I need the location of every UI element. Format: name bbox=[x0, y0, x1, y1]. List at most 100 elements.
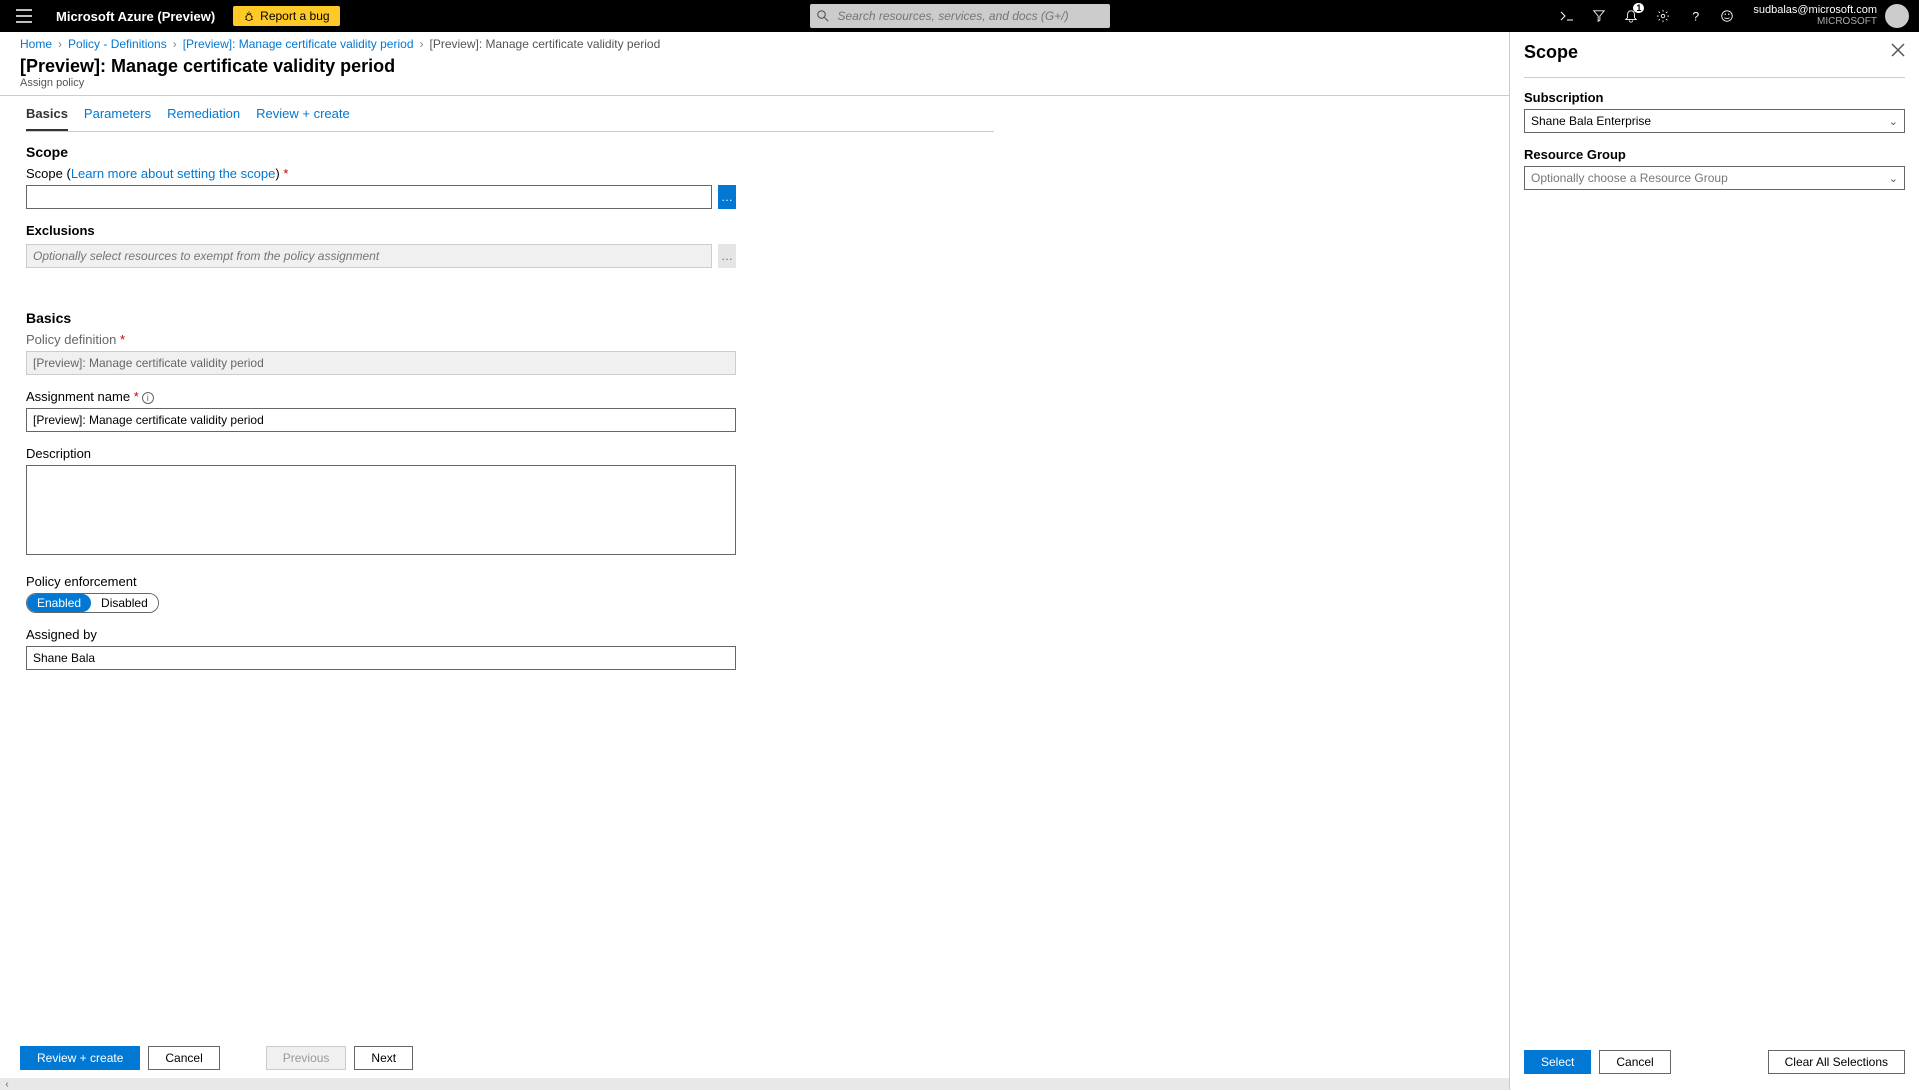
enforcement-toggle: Enabled Disabled bbox=[26, 593, 159, 613]
cloud-shell-icon bbox=[1559, 9, 1575, 23]
brand-label: Microsoft Azure (Preview) bbox=[48, 9, 223, 24]
exclusions-input bbox=[26, 244, 712, 268]
required-indicator: * bbox=[120, 332, 125, 347]
panel-footer: Select Cancel Clear All Selections bbox=[1510, 1039, 1919, 1090]
assignment-name-label: Assignment name *i bbox=[26, 389, 994, 404]
tab-review-create[interactable]: Review + create bbox=[256, 100, 350, 131]
report-bug-button[interactable]: Report a bug bbox=[233, 6, 339, 26]
subscription-value: Shane Bala Enterprise bbox=[1531, 114, 1651, 128]
basics-section-title: Basics bbox=[26, 310, 994, 326]
breadcrumb-current: [Preview]: Manage certificate validity p… bbox=[430, 37, 661, 51]
settings-button[interactable] bbox=[1647, 0, 1679, 32]
required-indicator: * bbox=[283, 166, 288, 181]
scope-input-row: … bbox=[26, 185, 736, 209]
assigned-by-input[interactable] bbox=[26, 646, 736, 670]
assignment-row bbox=[26, 408, 736, 432]
form-area: Basics Parameters Remediation Review + c… bbox=[0, 88, 1020, 1090]
tab-basics[interactable]: Basics bbox=[26, 100, 68, 131]
help-button[interactable]: ? bbox=[1679, 0, 1711, 32]
user-text: sudbalas@microsoft.com MICROSOFT bbox=[1753, 4, 1877, 28]
enforcement-label: Policy enforcement bbox=[26, 574, 994, 589]
policy-def-label-text: Policy definition bbox=[26, 332, 116, 347]
breadcrumb-policy[interactable]: Policy - Definitions bbox=[68, 37, 167, 51]
chevron-down-icon: ⌄ bbox=[1889, 115, 1898, 128]
tab-remediation[interactable]: Remediation bbox=[167, 100, 240, 131]
breadcrumb-home[interactable]: Home bbox=[20, 37, 52, 51]
scope-learn-more-link[interactable]: Learn more about setting the scope bbox=[71, 166, 276, 181]
user-account[interactable]: sudbalas@microsoft.com MICROSOFT bbox=[1743, 4, 1919, 28]
subscription-dropdown[interactable]: Shane Bala Enterprise ⌄ bbox=[1524, 109, 1905, 133]
top-bar: Microsoft Azure (Preview) Report a bug 1… bbox=[0, 0, 1919, 32]
scope-side-panel: Scope Subscription Shane Bala Enterprise… bbox=[1509, 32, 1919, 1090]
panel-cancel-button[interactable]: Cancel bbox=[1599, 1050, 1670, 1074]
clear-selections-button[interactable]: Clear All Selections bbox=[1768, 1050, 1905, 1074]
topbar-right: 1 ? sudbalas@microsoft.com MICROSOFT bbox=[1551, 0, 1919, 32]
panel-select-button[interactable]: Select bbox=[1524, 1050, 1591, 1074]
review-create-button[interactable]: Review + create bbox=[20, 1046, 140, 1070]
avatar bbox=[1885, 4, 1909, 28]
description-label: Description bbox=[26, 446, 994, 461]
hamburger-icon bbox=[16, 9, 32, 23]
previous-button: Previous bbox=[266, 1046, 347, 1070]
scope-field-label: Scope (Learn more about setting the scop… bbox=[26, 166, 994, 181]
tabs: Basics Parameters Remediation Review + c… bbox=[26, 100, 994, 132]
scroll-left-arrow[interactable]: ‹ bbox=[0, 1078, 14, 1090]
cancel-button[interactable]: Cancel bbox=[148, 1046, 219, 1070]
policy-def-row bbox=[26, 351, 736, 375]
panel-body: Subscription Shane Bala Enterprise ⌄ Res… bbox=[1510, 90, 1919, 1039]
bug-icon bbox=[243, 10, 255, 22]
chevron-right-icon: › bbox=[420, 37, 424, 51]
svg-text:?: ? bbox=[1693, 9, 1700, 23]
gear-icon bbox=[1656, 9, 1670, 23]
notifications-button[interactable]: 1 bbox=[1615, 0, 1647, 32]
user-email: sudbalas@microsoft.com bbox=[1753, 4, 1877, 16]
filter-icon bbox=[1592, 9, 1606, 23]
required-indicator: * bbox=[134, 389, 139, 404]
close-icon bbox=[1891, 43, 1905, 57]
feedback-button[interactable] bbox=[1711, 0, 1743, 32]
hamburger-menu[interactable] bbox=[0, 0, 48, 32]
scope-label-prefix: Scope ( bbox=[26, 166, 71, 181]
user-tenant: MICROSOFT bbox=[1753, 16, 1877, 28]
resource-group-placeholder: Optionally choose a Resource Group bbox=[1531, 171, 1728, 185]
notification-count-badge: 1 bbox=[1633, 3, 1644, 13]
tab-parameters[interactable]: Parameters bbox=[84, 100, 151, 131]
description-textarea[interactable] bbox=[26, 465, 736, 555]
resource-group-label: Resource Group bbox=[1524, 147, 1905, 162]
cloud-shell-button[interactable] bbox=[1551, 0, 1583, 32]
policy-definition-label: Policy definition * bbox=[26, 332, 994, 347]
scope-picker-button[interactable]: … bbox=[718, 185, 736, 209]
panel-header: Scope bbox=[1510, 32, 1919, 69]
exclusions-picker-button[interactable]: … bbox=[718, 244, 736, 268]
chevron-down-icon: ⌄ bbox=[1889, 172, 1898, 185]
assignment-label-text: Assignment name bbox=[26, 389, 130, 404]
assigned-by-label: Assigned by bbox=[26, 627, 994, 642]
info-icon[interactable]: i bbox=[142, 392, 154, 404]
panel-divider bbox=[1524, 77, 1905, 78]
directory-filter-button[interactable] bbox=[1583, 0, 1615, 32]
next-button[interactable]: Next bbox=[354, 1046, 413, 1070]
enforcement-enabled[interactable]: Enabled bbox=[27, 594, 91, 612]
subscription-label: Subscription bbox=[1524, 90, 1905, 105]
exclusions-title: Exclusions bbox=[26, 223, 994, 238]
footer-bar: Review + create Cancel Previous Next bbox=[20, 1046, 413, 1070]
enforcement-disabled[interactable]: Disabled bbox=[91, 594, 158, 612]
policy-definition-input bbox=[26, 351, 736, 375]
search-input[interactable] bbox=[810, 4, 1110, 28]
scope-section-title: Scope bbox=[26, 144, 994, 160]
exclusions-input-row: … bbox=[26, 244, 736, 268]
close-panel-button[interactable] bbox=[1891, 43, 1905, 62]
panel-title: Scope bbox=[1524, 42, 1578, 63]
chevron-right-icon: › bbox=[58, 37, 62, 51]
breadcrumb-definition[interactable]: [Preview]: Manage certificate validity p… bbox=[183, 37, 414, 51]
assignment-name-input[interactable] bbox=[26, 408, 736, 432]
search-icon bbox=[817, 9, 829, 27]
assigned-by-row bbox=[26, 646, 736, 670]
smiley-icon bbox=[1720, 9, 1734, 23]
help-icon: ? bbox=[1688, 9, 1702, 23]
scope-input[interactable] bbox=[26, 185, 712, 209]
resource-group-dropdown[interactable]: Optionally choose a Resource Group ⌄ bbox=[1524, 166, 1905, 190]
search-wrap bbox=[810, 4, 1110, 28]
chevron-right-icon: › bbox=[173, 37, 177, 51]
scope-label-suffix: ) bbox=[275, 166, 279, 181]
